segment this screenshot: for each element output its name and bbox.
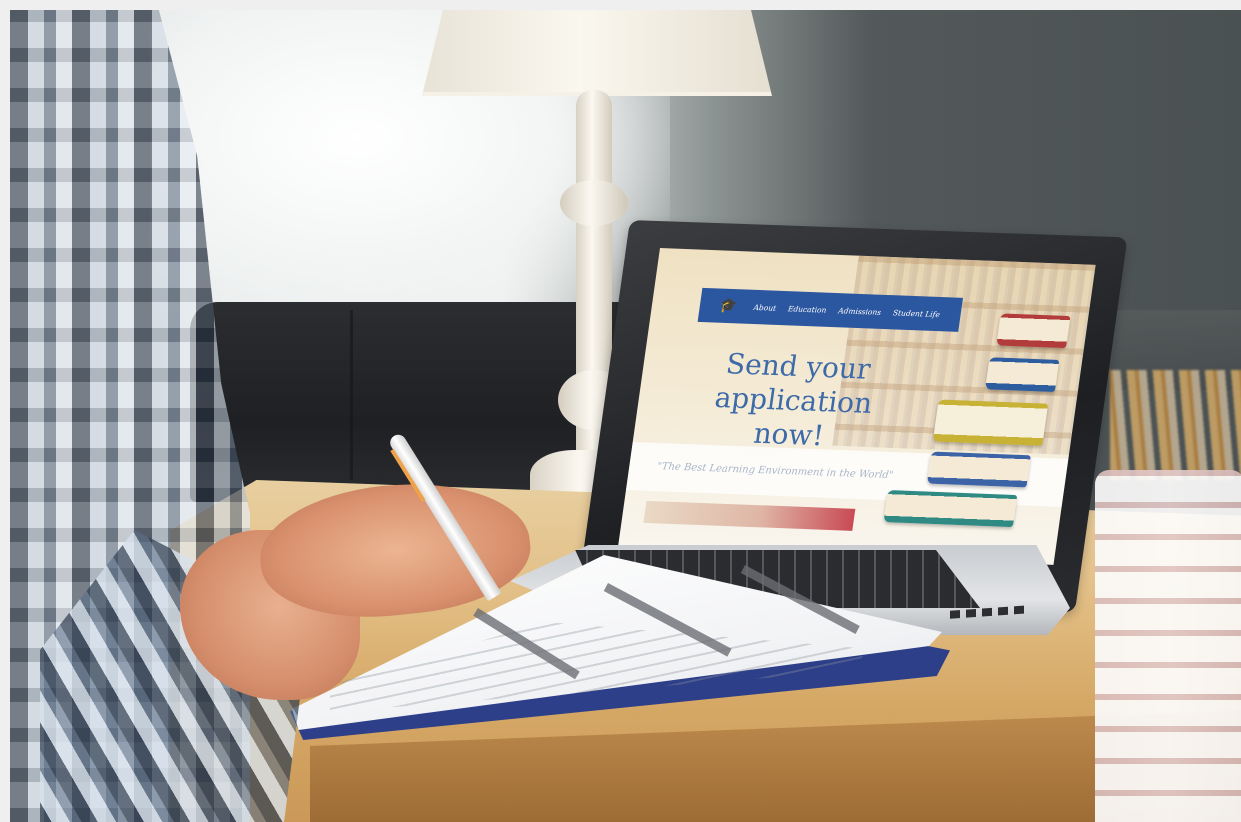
nav-link-student-life: Student Life <box>892 307 941 319</box>
hero-headline: Send your application now! <box>672 346 915 457</box>
lamp-ornament <box>560 180 628 226</box>
photo-scene: 🎓 About Education Admissions Student Lif… <box>10 10 1241 822</box>
book-red <box>996 313 1071 349</box>
nav-link-admissions: Admissions <box>837 305 882 317</box>
graduation-cap-icon: 🎓 <box>718 297 739 315</box>
book-teal <box>883 490 1018 528</box>
book-blue <box>985 357 1060 392</box>
book-blue <box>926 451 1031 488</box>
image-strip <box>643 500 856 531</box>
nav-link-education: Education <box>787 303 828 315</box>
pencil-cup <box>1095 470 1241 822</box>
lamp-shade <box>422 10 772 96</box>
pencils <box>1110 370 1241 480</box>
laptop-screen: 🎓 About Education Admissions Student Lif… <box>617 248 1096 565</box>
sofa-seam <box>350 310 353 480</box>
book-yellow <box>932 399 1049 446</box>
nav-link-about: About <box>753 302 777 313</box>
